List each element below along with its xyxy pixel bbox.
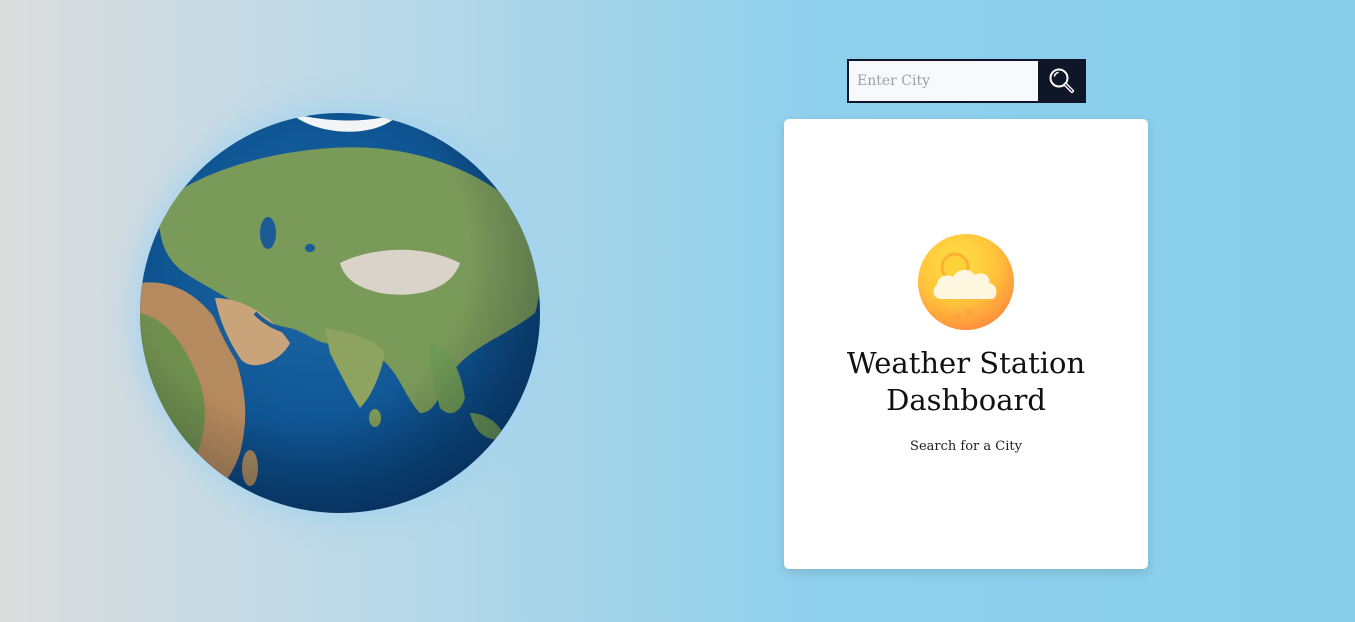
search-bar bbox=[847, 59, 1086, 103]
earth-globe-image bbox=[140, 113, 540, 513]
city-search-input[interactable] bbox=[847, 59, 1038, 103]
globe-icon bbox=[140, 113, 540, 513]
search-prompt-text: Search for a City bbox=[910, 439, 1022, 454]
search-icon bbox=[1049, 68, 1074, 93]
search-button[interactable] bbox=[1038, 59, 1086, 103]
partly-cloudy-rain-icon bbox=[918, 234, 1014, 330]
weather-card: Weather Station Dashboard Search for a C… bbox=[784, 119, 1148, 569]
dashboard-title: Weather Station Dashboard bbox=[846, 346, 1086, 417]
